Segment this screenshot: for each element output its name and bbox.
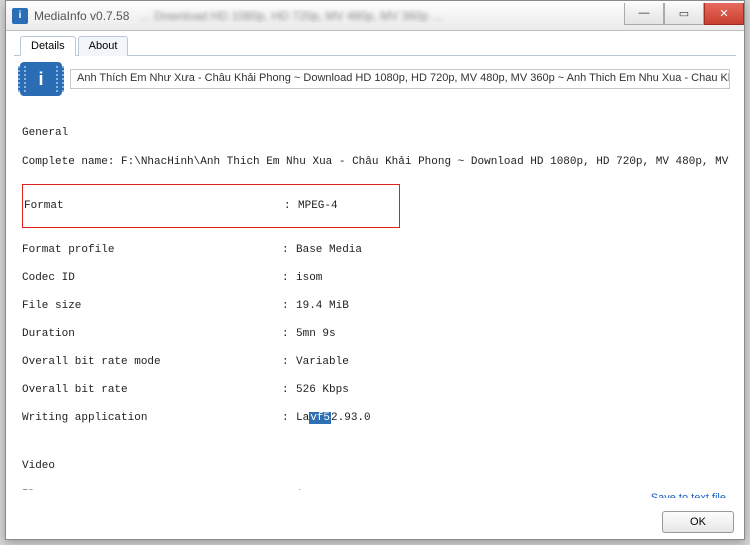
title-blurred-suffix: … Download HD 1080p, HD 720p, MV 480p, M… xyxy=(139,9,444,23)
section-video: Video xyxy=(22,459,728,473)
media-info-text: General Complete name: F:\NhacHinh\Anh T… xyxy=(20,102,730,490)
row-duration: Duration: 5mn 9s xyxy=(22,327,728,341)
row-obr-mode: Overall bit rate mode: Variable xyxy=(22,355,728,369)
section-general: General xyxy=(22,126,728,140)
footer: OK xyxy=(662,511,734,533)
tabstrip: Details About xyxy=(14,35,736,56)
app-icon: i xyxy=(12,8,28,24)
minimize-button[interactable]: — xyxy=(624,3,664,25)
highlight-box-format: Format: MPEG-4 xyxy=(22,184,400,228)
mediainfo-icon: i xyxy=(20,62,62,96)
row-file-size: File size: 19.4 MiB xyxy=(22,299,728,313)
maximize-button[interactable]: ▭ xyxy=(664,3,704,25)
tab-details[interactable]: Details xyxy=(20,36,76,56)
window-title: MediaInfo v0.7.58 … Download HD 1080p, H… xyxy=(34,9,624,23)
save-to-text-link[interactable]: Save to text file xyxy=(651,492,726,498)
row-id: ID: 1 xyxy=(22,488,728,490)
file-path-input[interactable]: Anh Thích Em Như Xưa - Châu Khải Phong ~… xyxy=(70,69,730,89)
selected-text: vf5 xyxy=(309,412,331,424)
titlebar[interactable]: i MediaInfo v0.7.58 … Download HD 1080p,… xyxy=(6,1,744,31)
row-complete-name: Complete name: F:\NhacHinh\Anh Thich Em … xyxy=(22,155,728,169)
row-obr: Overall bit rate: 526 Kbps xyxy=(22,383,728,397)
row-format: Format: MPEG-4 xyxy=(24,199,398,213)
details-panel: i Anh Thích Em Như Xưa - Châu Khải Phong… xyxy=(14,56,736,498)
ok-button[interactable]: OK xyxy=(662,511,734,533)
close-button[interactable]: ✕ xyxy=(704,3,744,25)
save-link-row: Save to text file xyxy=(20,490,730,498)
app-window: i MediaInfo v0.7.58 … Download HD 1080p,… xyxy=(5,0,745,540)
tab-about[interactable]: About xyxy=(78,36,129,56)
row-format-profile: Format profile: Base Media xyxy=(22,243,728,257)
file-row: i Anh Thích Em Như Xưa - Châu Khải Phong… xyxy=(20,62,730,96)
client-area: Details About i Anh Thích Em Như Xưa - C… xyxy=(14,35,736,499)
window-controls: — ▭ ✕ xyxy=(624,7,744,25)
row-codec-id: Codec ID: isom xyxy=(22,271,728,285)
row-writing-app: Writing application: Lavf52.93.0 xyxy=(22,411,728,425)
